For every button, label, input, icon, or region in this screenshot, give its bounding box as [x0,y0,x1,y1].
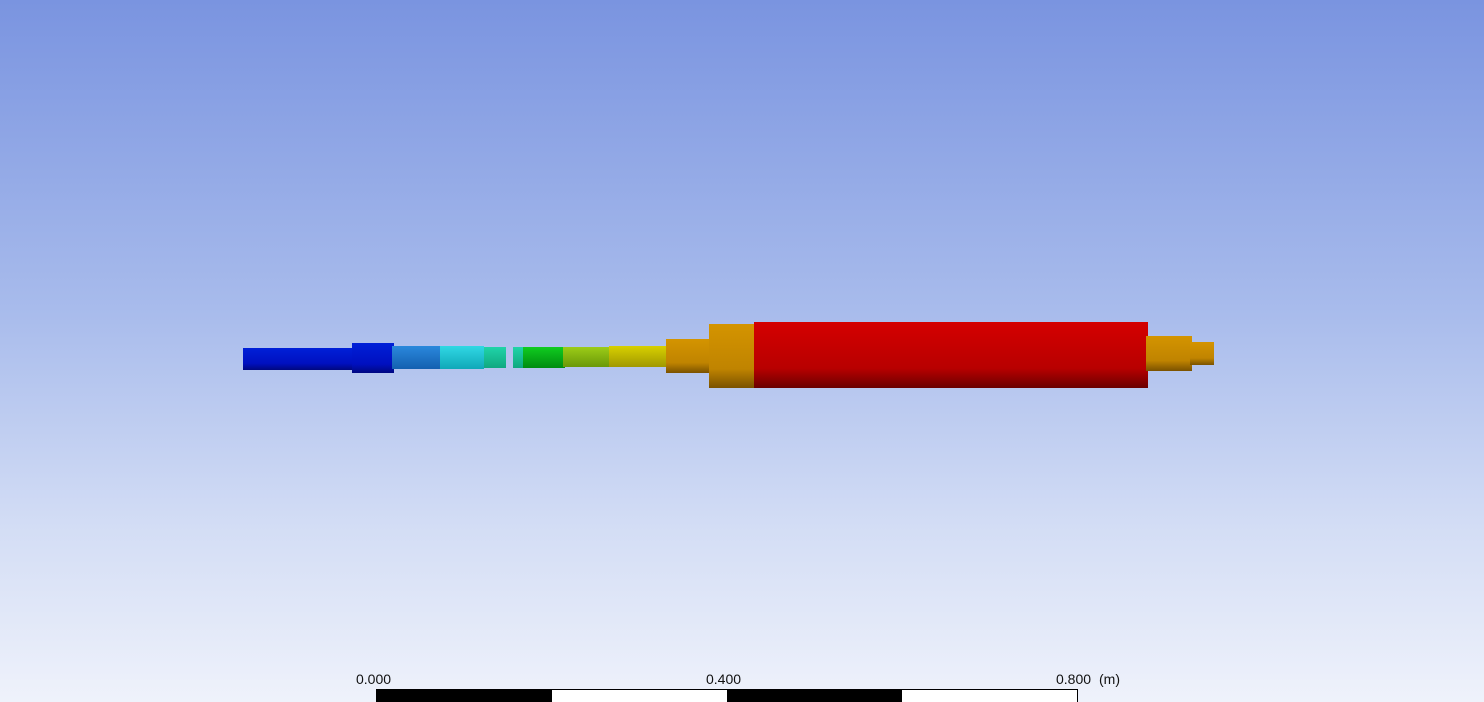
shaft-segment-yellow-green[interactable] [563,347,611,367]
shaft-segment-steel-blue[interactable] [392,346,442,369]
scale-segment [377,690,552,702]
shaft-segment-green[interactable] [523,347,565,368]
shaft-segment-blue[interactable] [243,348,355,370]
rotor-body-red[interactable] [754,322,1148,388]
shaft-step-orange[interactable] [666,339,712,373]
shaft-collar-orange[interactable] [709,324,757,388]
shaft-end-orange[interactable] [1190,342,1214,365]
scale-segment [727,690,902,702]
scale-tick-label-1: 0.400 [706,671,742,687]
shaft-model[interactable] [0,0,1484,702]
shaft-segment-cyan[interactable] [440,346,484,369]
shaft-segment-teal[interactable] [484,347,506,368]
shaft-segment-yellow[interactable] [609,346,669,367]
scale-bar [376,689,1078,702]
scale-unit-label: (m) [1099,671,1120,687]
scale-segment [552,690,727,702]
shaft-collar-blue[interactable] [352,343,394,373]
scale-tick-label-0: 0.000 [356,671,392,687]
scale-segment [902,690,1077,702]
scale-tick-label-2: 0.800 [1056,671,1092,687]
graphics-viewport[interactable]: 0.000 0.400 0.800 (m) [0,0,1484,702]
shaft-step-orange-right[interactable] [1146,336,1192,371]
